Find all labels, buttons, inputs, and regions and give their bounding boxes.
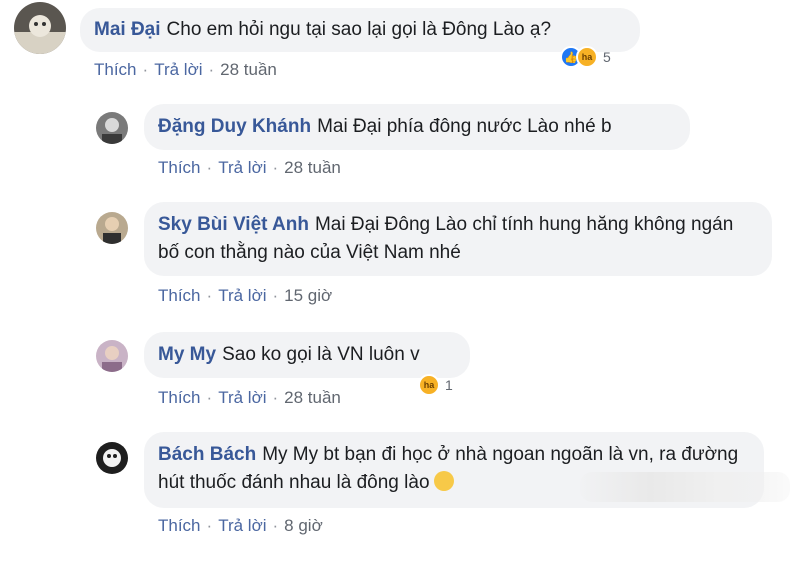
timestamp-reply-4[interactable]: 8 giờ <box>284 516 323 535</box>
avatar-bach-bach[interactable] <box>96 442 128 474</box>
comment-text-reply-3: Sao ko gọi là VN luôn v <box>222 344 420 365</box>
comment-text-main: Cho em hỏi ngu tại sao lại gọi là Đông L… <box>166 19 552 40</box>
comment-bubble-reply-1: Đặng Duy Khánh Mai Đại phía đông nước Lào… <box>144 104 690 150</box>
like-link-main[interactable]: Thích <box>94 60 137 79</box>
comment-text-reply-1: Mai Đại phía đông nước Lào nhé b <box>317 116 612 137</box>
avatar-dang-duy-khanh[interactable] <box>96 112 128 144</box>
avatar-my-my[interactable] <box>96 340 128 372</box>
comment-author-reply-4[interactable]: Bách Bách <box>158 444 256 465</box>
reply-link-reply-4[interactable]: Trả lời <box>218 516 266 535</box>
comment-bubble-reply-2: Sky Bùi Việt Anh Mai Đại Đông Lào chỉ tín… <box>144 202 772 276</box>
comment-actions-reply-2: Thích · Trả lời · 15 giờ <box>158 286 333 305</box>
haha-icon: ha <box>576 46 598 68</box>
avatar-sky-bui-viet-anh[interactable] <box>96 212 128 244</box>
comment-actions-reply-1: Thích · Trả lời · 28 tuần <box>158 158 341 177</box>
like-link-reply-3[interactable]: Thích <box>158 388 201 407</box>
reaction-count-main: 5 <box>603 49 611 65</box>
comment-actions-reply-3: Thích · Trả lời · 28 tuần <box>158 388 341 407</box>
reply-link-reply-3[interactable]: Trả lời <box>218 388 266 407</box>
reaction-count-reply-3: 1 <box>445 377 453 393</box>
comment-author-reply-2[interactable]: Sky Bùi Việt Anh <box>158 214 309 235</box>
reply-link-main[interactable]: Trả lời <box>154 60 202 79</box>
timestamp-reply-2[interactable]: 15 giờ <box>284 286 332 305</box>
reaction-summary-reply-3[interactable]: ha 1 <box>418 374 453 396</box>
blurred-overlay <box>580 472 790 502</box>
comment-actions-reply-4: Thích · Trả lời · 8 giờ <box>158 516 323 535</box>
avatar-mai-dai[interactable] <box>14 2 66 54</box>
timestamp-main[interactable]: 28 tuần <box>220 60 277 79</box>
like-link-reply-1[interactable]: Thích <box>158 158 201 177</box>
like-link-reply-4[interactable]: Thích <box>158 516 201 535</box>
comment-bubble-main: Mai Đại Cho em hỏi ngu tại sao lại gọi là… <box>80 8 640 52</box>
comment-actions-main: Thích · Trả lời · 28 tuần <box>94 60 277 79</box>
haha-icon: ha <box>418 374 440 396</box>
comment-author-reply-1[interactable]: Đặng Duy Khánh <box>158 116 311 137</box>
smile-emoji-icon <box>433 470 454 491</box>
comment-bubble-reply-3: My My Sao ko gọi là VN luôn v <box>144 332 470 378</box>
comment-author-main[interactable]: Mai Đại <box>94 19 161 40</box>
comment-author-reply-3[interactable]: My My <box>158 344 216 365</box>
timestamp-reply-1[interactable]: 28 tuần <box>284 158 341 177</box>
like-link-reply-2[interactable]: Thích <box>158 286 201 305</box>
timestamp-reply-3[interactable]: 28 tuần <box>284 388 341 407</box>
reaction-summary-main[interactable]: 👍 ha 5 <box>560 46 611 68</box>
reply-link-reply-1[interactable]: Trả lời <box>218 158 266 177</box>
reply-link-reply-2[interactable]: Trả lời <box>218 286 266 305</box>
